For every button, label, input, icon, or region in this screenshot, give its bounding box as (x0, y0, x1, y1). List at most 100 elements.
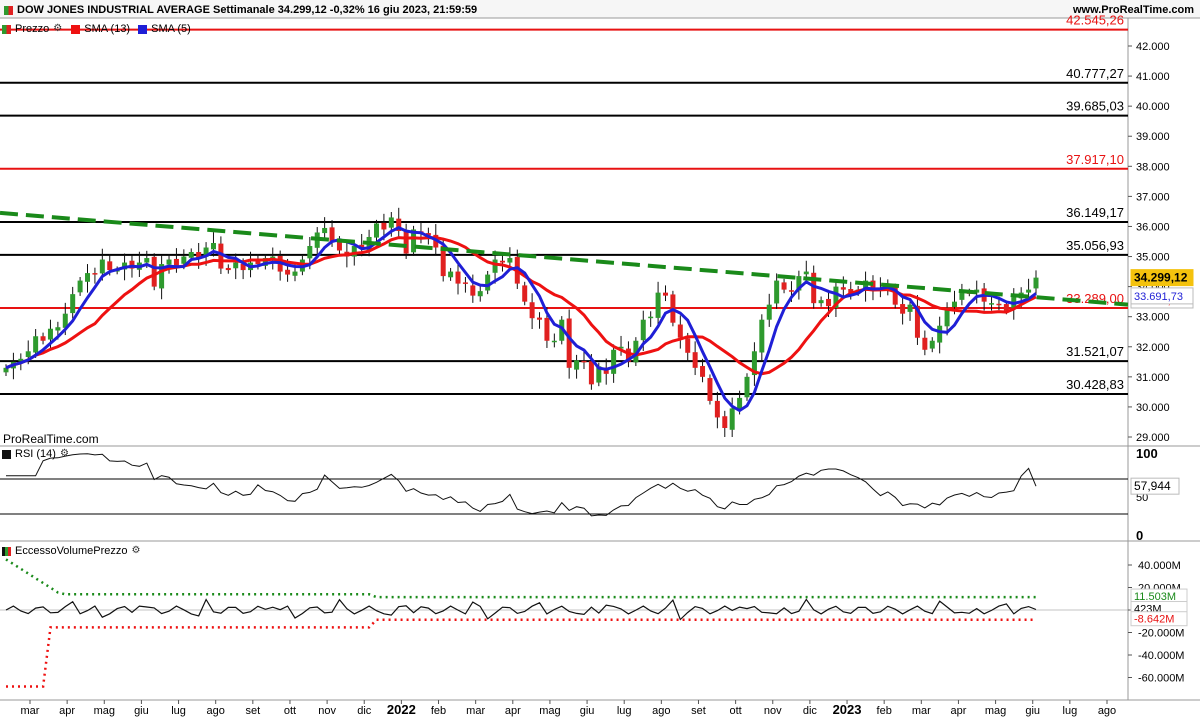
x-tick-label: feb (877, 705, 892, 717)
candle-body (537, 317, 543, 320)
candle-body (1026, 289, 1032, 293)
candle-body (781, 282, 787, 290)
volume-legend: EccessoVolumePrezzo ⚙ (2, 545, 142, 557)
y-tick-label: 39.000 (1136, 131, 1170, 143)
volume-swatch (2, 546, 11, 556)
y-tick-label: 29.000 (1136, 432, 1170, 444)
y-tick-label: 35.000 (1136, 252, 1170, 264)
candle-body (818, 300, 824, 304)
sma13-line (5, 236, 1037, 376)
candle-body (907, 304, 913, 312)
x-tick-label: lug (171, 705, 186, 717)
legend-price[interactable]: Prezzo (15, 23, 49, 35)
candle-body (92, 273, 98, 275)
candle-body (233, 262, 239, 269)
candle-body (329, 227, 335, 242)
x-tick-label: mag (539, 705, 560, 717)
level-label: 37.917,10 (1066, 152, 1124, 167)
volume-oscillator-line (5, 598, 1037, 621)
candle-body (499, 260, 505, 263)
candle-body (551, 340, 557, 343)
candle-body (381, 222, 387, 230)
y-tick-label: 31.000 (1136, 372, 1170, 384)
y-tick-label: 30.000 (1136, 402, 1170, 414)
rsi-bottom-label: 0 (1136, 528, 1143, 543)
candle-body (470, 285, 476, 296)
candle-body (144, 258, 150, 263)
x-tick-label: giu (134, 705, 149, 717)
x-tick-label: mag (94, 705, 115, 717)
rsi-legend: RSI (14) ⚙ (2, 448, 70, 460)
chart-svg: 42.000 41.000 40.000 39.000 38.000 37.000 36.0… (0, 0, 1200, 717)
candle-body (951, 301, 957, 308)
candle-body (99, 259, 105, 274)
candle-body (840, 287, 846, 290)
candle-body (285, 269, 291, 275)
x-tick-label: ago (652, 705, 670, 717)
candle-body (714, 400, 720, 418)
wrench-icon[interactable]: ⚙ (60, 449, 70, 459)
candle-body (455, 271, 461, 284)
x-tick-label: 2023 (833, 702, 862, 717)
candle-body (922, 337, 928, 350)
legend-volume[interactable]: EccessoVolumePrezzo (15, 545, 128, 557)
candles-group (3, 207, 1039, 437)
x-tick-label: mar (466, 705, 485, 717)
x-tick-label: ott (284, 705, 296, 717)
x-tick-label: giu (580, 705, 595, 717)
candle-body (588, 361, 594, 385)
candle-body (85, 273, 91, 282)
brand-link[interactable]: www.ProRealTime.com (1073, 4, 1194, 16)
candle-body (766, 304, 772, 320)
x-tick-label: lug (1063, 705, 1078, 717)
candle-body (151, 256, 157, 287)
chart-root: 42.000 41.000 40.000 39.000 38.000 37.000 36.0… (0, 0, 1200, 720)
x-tick-label: set (691, 705, 706, 717)
x-tick-label: giu (1025, 705, 1040, 717)
candle-body (996, 303, 1002, 306)
candle-body (937, 325, 943, 343)
volume-lower-band (6, 618, 1036, 688)
x-tick-label: nov (318, 705, 336, 717)
candle-body (1033, 277, 1039, 289)
candle-body (574, 360, 580, 370)
candle-body (566, 318, 572, 368)
x-tick-label: mag (985, 705, 1006, 717)
x-tick-label: dic (803, 705, 818, 717)
candle-body (759, 319, 765, 353)
x-tick-label: feb (431, 705, 446, 717)
x-tick-label: set (245, 705, 260, 717)
candle-body (173, 258, 179, 266)
legend-rsi[interactable]: RSI (14) (15, 448, 56, 460)
wrench-icon[interactable]: ⚙ (53, 24, 63, 34)
chart-title-text: DOW JONES INDUSTRIAL AVERAGE Settimanale… (17, 4, 478, 16)
candle-body (692, 352, 698, 368)
candle-icon (2, 24, 11, 34)
x-tick-label: ott (730, 705, 742, 717)
candle-body (662, 292, 668, 296)
candle-body (611, 349, 617, 374)
y-tick-label: 36.000 (1136, 221, 1170, 233)
candle-body (581, 360, 587, 363)
y-tick-label: 38.000 (1136, 161, 1170, 173)
candle-body (485, 274, 491, 291)
candle-body (774, 280, 780, 304)
candle-body (210, 243, 216, 250)
candle-body (685, 338, 691, 353)
wrench-icon[interactable]: ⚙ (132, 546, 142, 556)
legend-sma5[interactable]: SMA (5) (151, 23, 191, 35)
candle-body (374, 223, 380, 238)
candle-body (462, 282, 468, 284)
candle-body (181, 256, 187, 264)
x-tick-label: ago (207, 705, 225, 717)
candle-body (403, 230, 409, 254)
candle-body (448, 271, 454, 278)
y-tick-label: 42.000 (1136, 41, 1170, 53)
candle-body (989, 303, 995, 305)
candle-body (322, 227, 328, 234)
legend-sma13[interactable]: SMA (13) (84, 23, 130, 35)
candle-body (729, 408, 735, 430)
candle-body (788, 290, 794, 292)
candle-body (900, 304, 906, 314)
candle-body (522, 285, 528, 302)
